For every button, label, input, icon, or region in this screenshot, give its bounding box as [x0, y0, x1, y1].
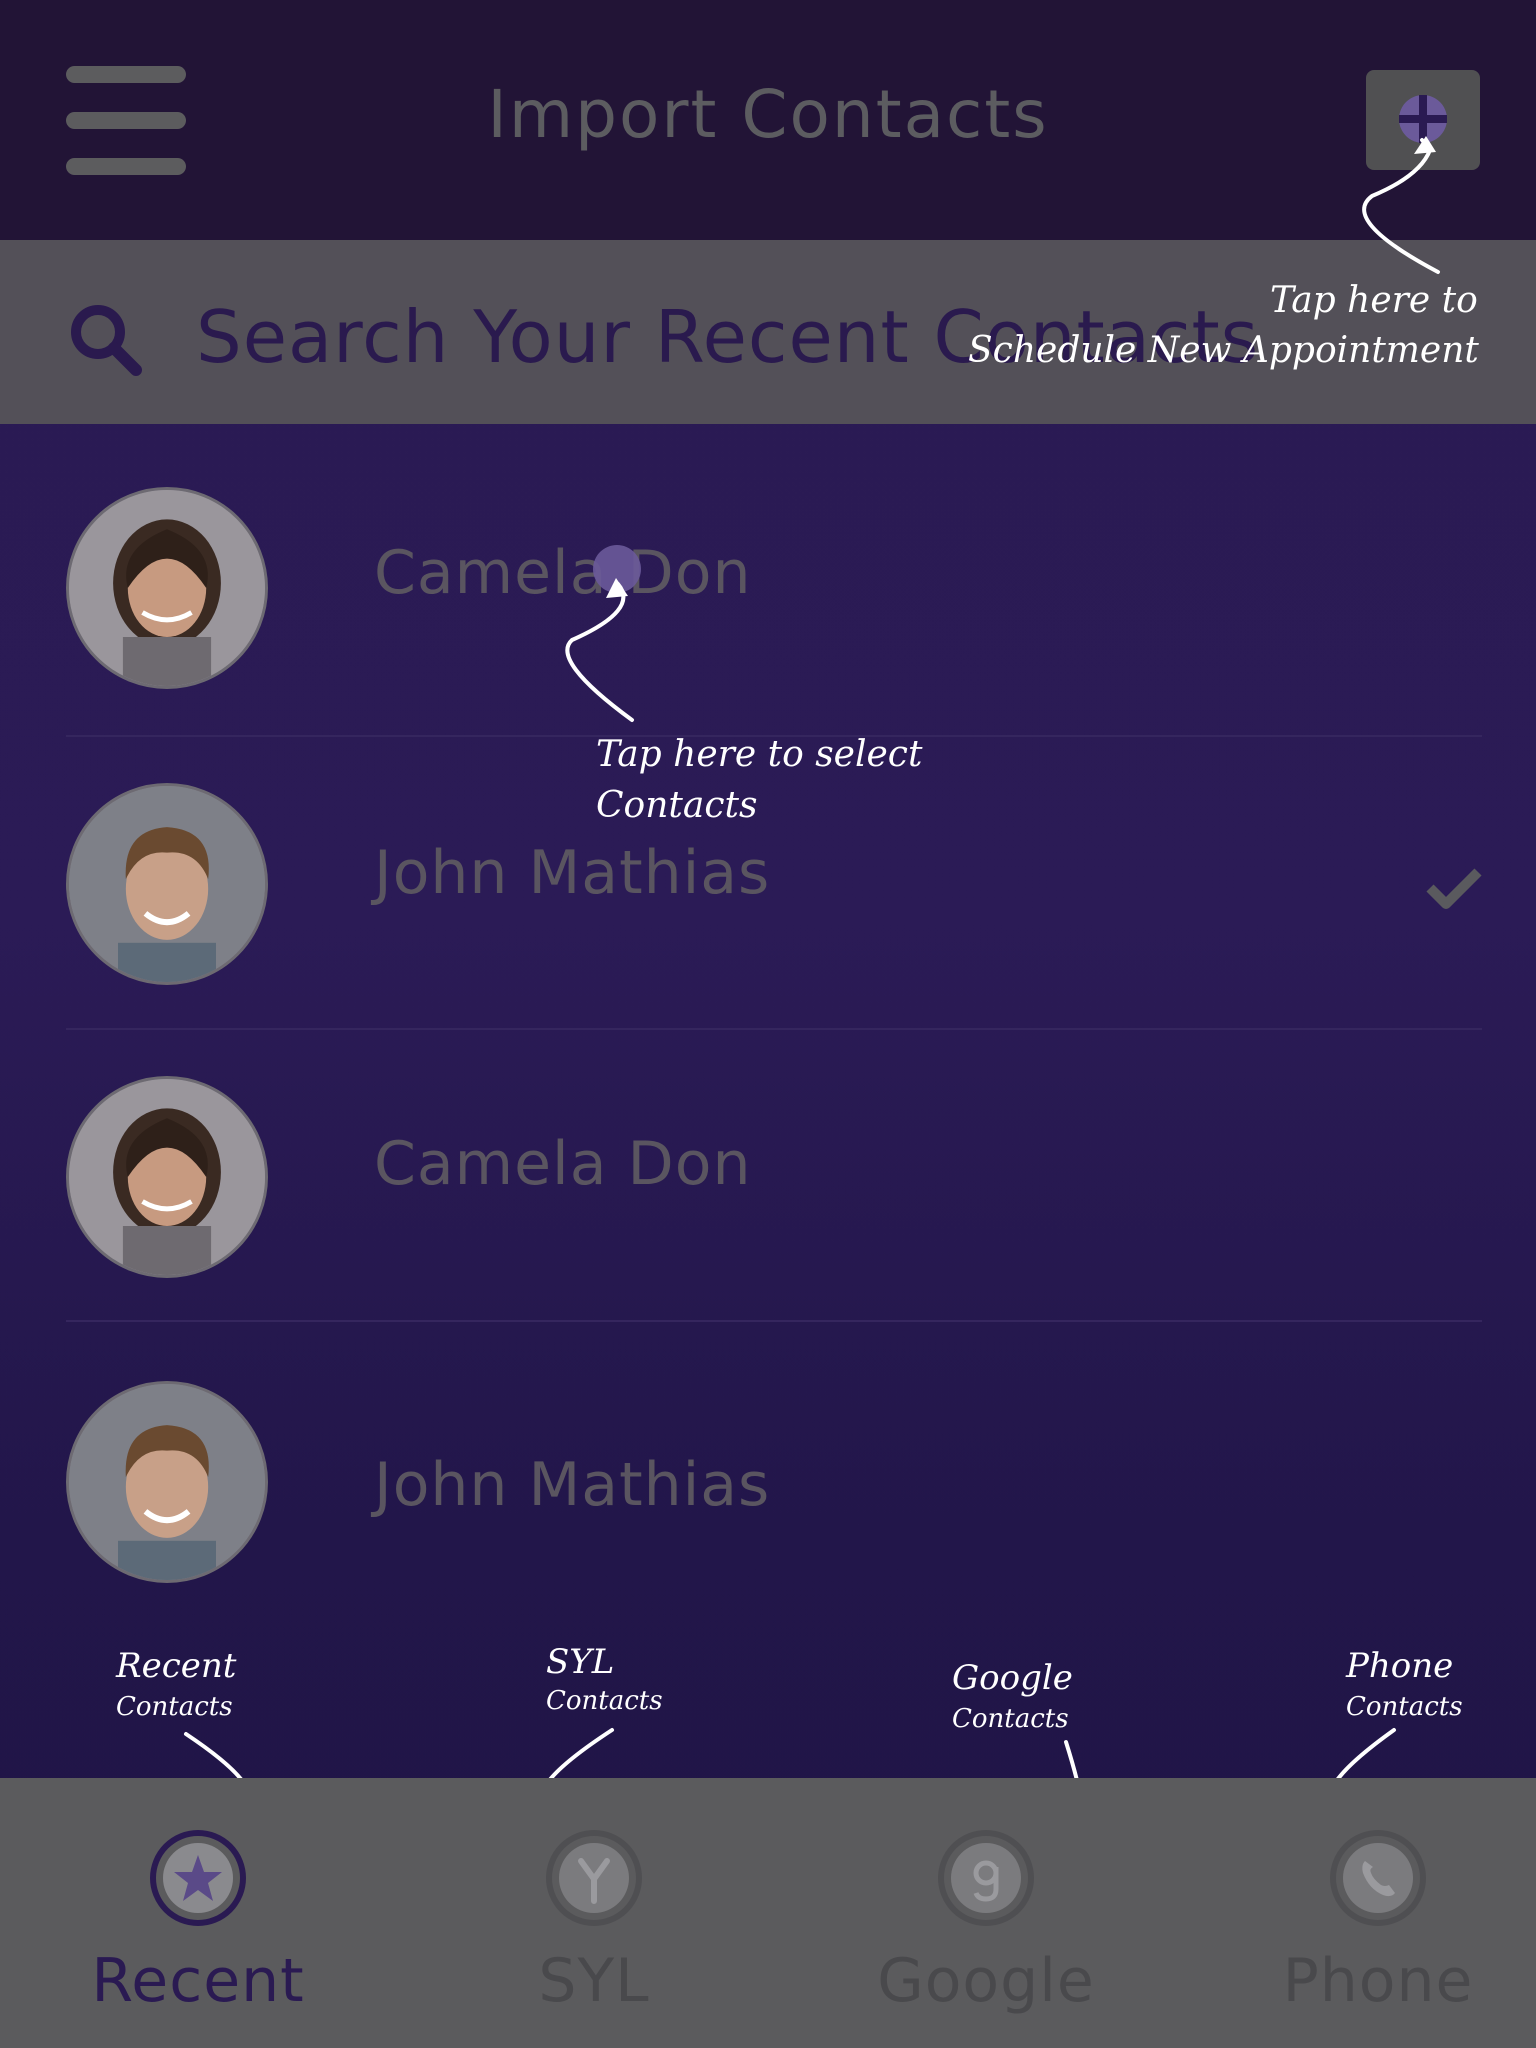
tab-label: SYL: [538, 1946, 650, 2016]
contact-name[interactable]: Camela Don: [374, 1129, 751, 1199]
contact-avatar-male: [66, 1381, 268, 1583]
add-appointment-button[interactable]: [1366, 70, 1480, 170]
annotation-schedule-line2: Schedule New Appointment: [968, 330, 1479, 371]
tab-phone-ring: [1330, 1830, 1426, 1926]
tab-recent-ring: [150, 1830, 246, 1926]
annotation-recent-title: Recent: [116, 1646, 237, 1686]
annotation-syl-sub: Contacts: [546, 1686, 663, 1716]
divider: [66, 1028, 1482, 1030]
tab-syl-ring: [546, 1830, 642, 1926]
tab-label: Recent: [91, 1946, 305, 2016]
phone-icon: [1362, 1861, 1395, 1897]
page-title: Import Contacts: [487, 76, 1049, 153]
search-icon: [71, 305, 142, 376]
tab-label: Google: [877, 1946, 1095, 2016]
google-icon: [973, 1860, 999, 1902]
app-header: Import Contacts: [0, 0, 1536, 240]
contact-avatar-female: [66, 487, 268, 689]
annotation-schedule-line1: Tap here to: [1270, 280, 1478, 321]
tab-google[interactable]: Google: [794, 1778, 1178, 2048]
contact-avatar-male: [66, 783, 268, 985]
divider: [66, 1320, 1482, 1322]
contact-name[interactable]: John Mathias: [374, 1450, 770, 1520]
annotation-phone-title: Phone: [1346, 1646, 1454, 1686]
tab-label: Phone: [1282, 1946, 1474, 2016]
annotation-google-sub: Contacts: [952, 1704, 1069, 1734]
tab-google-ring: [938, 1830, 1034, 1926]
annotation-phone-sub: Contacts: [1346, 1692, 1463, 1722]
bottom-tab-bar: Recent SYL Google Phone: [0, 1778, 1536, 2048]
star-icon: [174, 1855, 222, 1901]
annotation-select-line2: Contacts: [596, 785, 758, 826]
tap-indicator: [593, 545, 641, 593]
annotation-recent-sub: Contacts: [116, 1692, 233, 1722]
annotation-select-line1: Tap here to select: [596, 734, 923, 775]
checkmark-icon: [1426, 868, 1482, 909]
annotation-syl-title: SYL: [546, 1642, 615, 1682]
contact-name[interactable]: John Mathias: [374, 838, 770, 908]
tab-recent[interactable]: Recent: [6, 1778, 390, 2048]
contact-name[interactable]: Camela Don: [374, 538, 751, 608]
tab-syl[interactable]: SYL: [402, 1778, 786, 2048]
annotation-google-title: Google: [952, 1658, 1073, 1698]
tab-phone[interactable]: Phone: [1186, 1778, 1536, 2048]
contact-avatar-female: [66, 1076, 268, 1278]
syl-logo-icon: [578, 1858, 610, 1904]
